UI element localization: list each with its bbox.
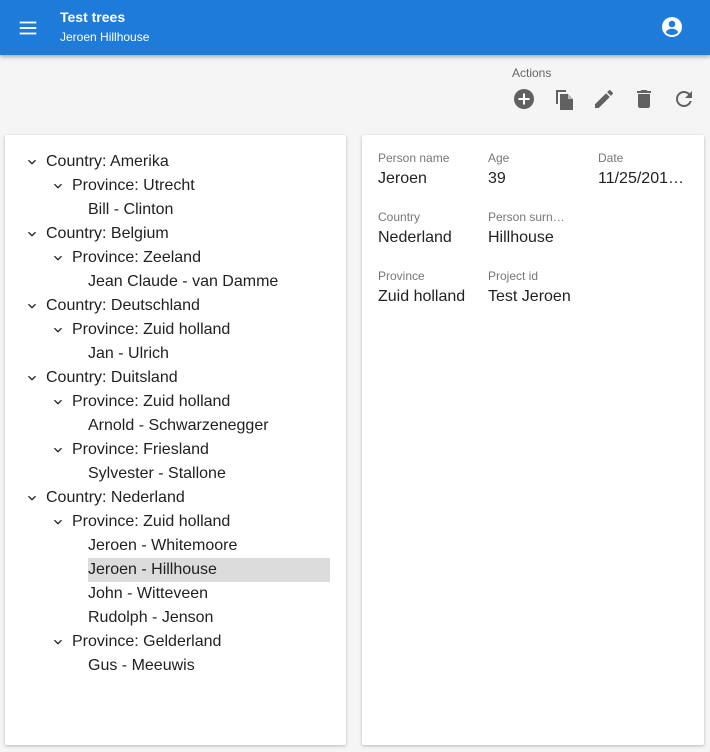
field-label-province: Province <box>378 269 425 283</box>
page-subtitle: Jeroen Hillhouse <box>60 30 150 44</box>
trash-icon[interactable] <box>632 87 656 111</box>
tree-country[interactable]: Country: Duitsland <box>46 366 178 390</box>
field-value-person-name: Jeroen <box>378 170 427 187</box>
page-title: Test trees <box>60 9 126 25</box>
tree-country[interactable]: Country: Nederland <box>46 486 185 510</box>
add-circle-icon[interactable] <box>512 87 536 111</box>
tree-province[interactable]: Province: Zuid holland <box>72 510 230 534</box>
refresh-icon[interactable] <box>672 87 696 111</box>
chevron-down-icon[interactable] <box>24 490 40 506</box>
chevron-down-icon[interactable] <box>24 370 40 386</box>
tree-person[interactable]: Gus - Meeuwis <box>88 654 195 678</box>
tree-person[interactable]: Rudolph - Jenson <box>88 606 213 630</box>
field-label-person-name: Person name <box>378 151 450 165</box>
tree-person[interactable]: Bill - Clinton <box>88 198 173 222</box>
app-bar: Test trees Jeroen Hillhouse <box>0 0 710 55</box>
actions-label: Actions <box>512 66 552 80</box>
chevron-down-icon[interactable] <box>50 322 66 338</box>
menu-icon[interactable] <box>16 17 40 39</box>
chevron-down-icon[interactable] <box>50 250 66 266</box>
tree-person[interactable]: Arnold - Schwarzenegger <box>88 414 269 438</box>
tree-province[interactable]: Province: Zeeland <box>72 246 201 270</box>
chevron-down-icon[interactable] <box>50 442 66 458</box>
field-value-age: 39 <box>488 170 506 187</box>
tree-province[interactable]: Province: Zuid holland <box>72 318 230 342</box>
chevron-down-icon[interactable] <box>24 154 40 170</box>
field-label-project-id: Project id <box>488 269 539 283</box>
tree-province[interactable]: Province: Gelderland <box>72 630 221 654</box>
chevron-down-icon[interactable] <box>50 394 66 410</box>
detail-panel: Person name Jeroen Age 39 Date 11/25/201… <box>362 135 704 745</box>
chevron-down-icon[interactable] <box>24 298 40 314</box>
tree-country[interactable]: Country: Belgium <box>46 222 169 246</box>
tree-person[interactable]: Sylvester - Stallone <box>88 462 226 486</box>
chevron-down-icon[interactable] <box>50 514 66 530</box>
field-value-country: Nederland <box>378 229 452 246</box>
tree-person[interactable]: John - Witteveen <box>88 582 208 606</box>
field-label-country: Country <box>378 210 421 224</box>
field-value-date: 11/25/201… <box>598 170 684 187</box>
tree-country[interactable]: Country: Deutschland <box>46 294 200 318</box>
tree-panel: Country: Amerika Province: Utrecht Bill … <box>5 135 346 745</box>
tree-province[interactable]: Province: Friesland <box>72 438 209 462</box>
field-label-person-surname: Person surn… <box>488 210 565 224</box>
field-value-person-surname: Hillhouse <box>488 229 554 246</box>
tree-person[interactable]: Jan - Ulrich <box>88 342 169 366</box>
field-label-date: Date <box>598 151 624 165</box>
tree-person-selected[interactable]: Jeroen - Hillhouse <box>88 558 330 582</box>
field-label-age: Age <box>488 151 510 165</box>
field-value-project-id: Test Jeroen <box>488 288 571 305</box>
tree-country[interactable]: Country: Amerika <box>46 150 169 174</box>
field-value-province: Zuid holland <box>378 288 466 305</box>
copy-icon[interactable] <box>552 87 576 111</box>
pencil-icon[interactable] <box>592 87 616 111</box>
tree-province[interactable]: Province: Zuid holland <box>72 390 230 414</box>
tree-province[interactable]: Province: Utrecht <box>72 174 195 198</box>
tree-person[interactable]: Jeroen - Whitemoore <box>88 534 237 558</box>
chevron-down-icon[interactable] <box>50 178 66 194</box>
account-circle-icon[interactable] <box>660 15 684 39</box>
chevron-down-icon[interactable] <box>24 226 40 242</box>
tree-person[interactable]: Jean Claude - van Damme <box>88 270 278 294</box>
chevron-down-icon[interactable] <box>50 634 66 650</box>
